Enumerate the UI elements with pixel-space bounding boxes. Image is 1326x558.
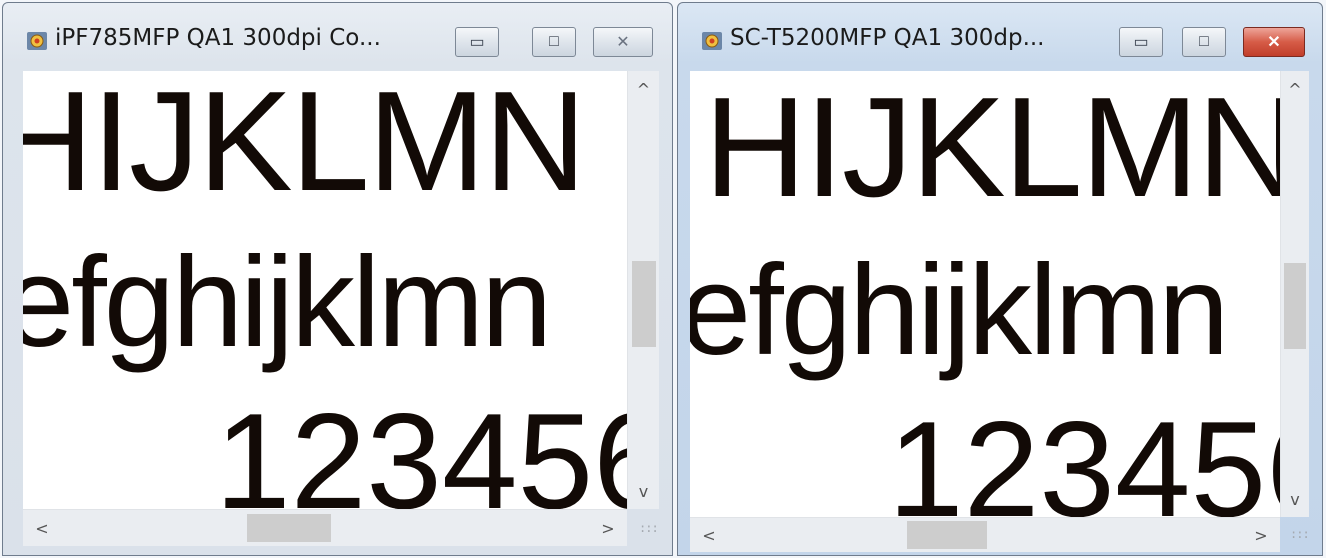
minimize-button[interactable]: ▭ [455, 27, 499, 57]
minimize-icon: ▭ [469, 34, 485, 51]
preview-line-digits: 123456 [888, 393, 1280, 517]
window-title: iPF785MFP QA1 300dpi Co... [55, 25, 381, 51]
vertical-scroll-thumb[interactable] [632, 261, 656, 347]
preview-line-lowercase: efghijklmn [23, 231, 552, 374]
vertical-scroll-thumb[interactable] [1284, 263, 1306, 349]
image-window-ipf785[interactable]: iPF785MFP QA1 300dpi Co... ▭ □ ✕ HIJKLMN… [2, 2, 673, 556]
vertical-scrollbar[interactable]: ^ v [627, 71, 659, 509]
vertical-scrollbar[interactable]: ^ v [1280, 71, 1309, 517]
minimize-button[interactable]: ▭ [1119, 27, 1163, 57]
preview-line-uppercase: HIJKLMN [23, 71, 587, 221]
scroll-left-arrow-icon[interactable]: < [696, 521, 722, 549]
image-viewport[interactable]: HIJKLMN efghijklmn 123456 [690, 71, 1280, 517]
horizontal-scroll-thumb[interactable] [247, 514, 331, 542]
resize-grip-icon[interactable]: ::: [1290, 527, 1310, 541]
app-icon [702, 32, 722, 50]
maximize-button[interactable]: □ [532, 27, 576, 57]
horizontal-scrollbar[interactable]: < > [23, 509, 627, 546]
scroll-left-arrow-icon[interactable]: < [29, 514, 55, 542]
window-title: SC-T5200MFP QA1 300dp... [730, 25, 1045, 51]
scroll-right-arrow-icon[interactable]: > [595, 514, 621, 542]
preview-line-lowercase: efghijklmn [690, 239, 1229, 382]
maximize-icon: □ [549, 33, 559, 50]
maximize-icon: □ [1199, 33, 1209, 50]
close-button[interactable]: ✕ [1243, 27, 1305, 57]
image-viewport[interactable]: HIJKLMN efghijklmn 123456 [23, 71, 627, 509]
resize-grip-icon[interactable]: ::: [639, 521, 659, 535]
minimize-icon: ▭ [1133, 34, 1149, 51]
horizontal-scrollbar[interactable]: < > [690, 517, 1280, 552]
preview-line-digits: 123456 [215, 385, 627, 509]
image-window-sct5200[interactable]: SC-T5200MFP QA1 300dp... ▭ □ ✕ HIJKLMN e… [677, 2, 1323, 556]
maximize-button[interactable]: □ [1182, 27, 1226, 57]
close-button[interactable]: ✕ [593, 27, 653, 57]
scroll-down-arrow-icon[interactable]: v [628, 477, 659, 505]
app-icon [27, 32, 47, 50]
close-icon: ✕ [616, 34, 630, 51]
scroll-down-arrow-icon[interactable]: v [1281, 485, 1309, 513]
title-bar[interactable]: iPF785MFP QA1 300dpi Co... ▭ □ ✕ [3, 3, 672, 67]
preview-line-uppercase: HIJKLMN [704, 71, 1280, 227]
horizontal-scroll-thumb[interactable] [907, 521, 987, 549]
close-icon: ✕ [1267, 34, 1281, 51]
scroll-right-arrow-icon[interactable]: > [1248, 521, 1274, 549]
scroll-up-arrow-icon[interactable]: ^ [1281, 75, 1309, 103]
scroll-up-arrow-icon[interactable]: ^ [628, 75, 659, 103]
title-bar[interactable]: SC-T5200MFP QA1 300dp... ▭ □ ✕ [678, 3, 1322, 67]
